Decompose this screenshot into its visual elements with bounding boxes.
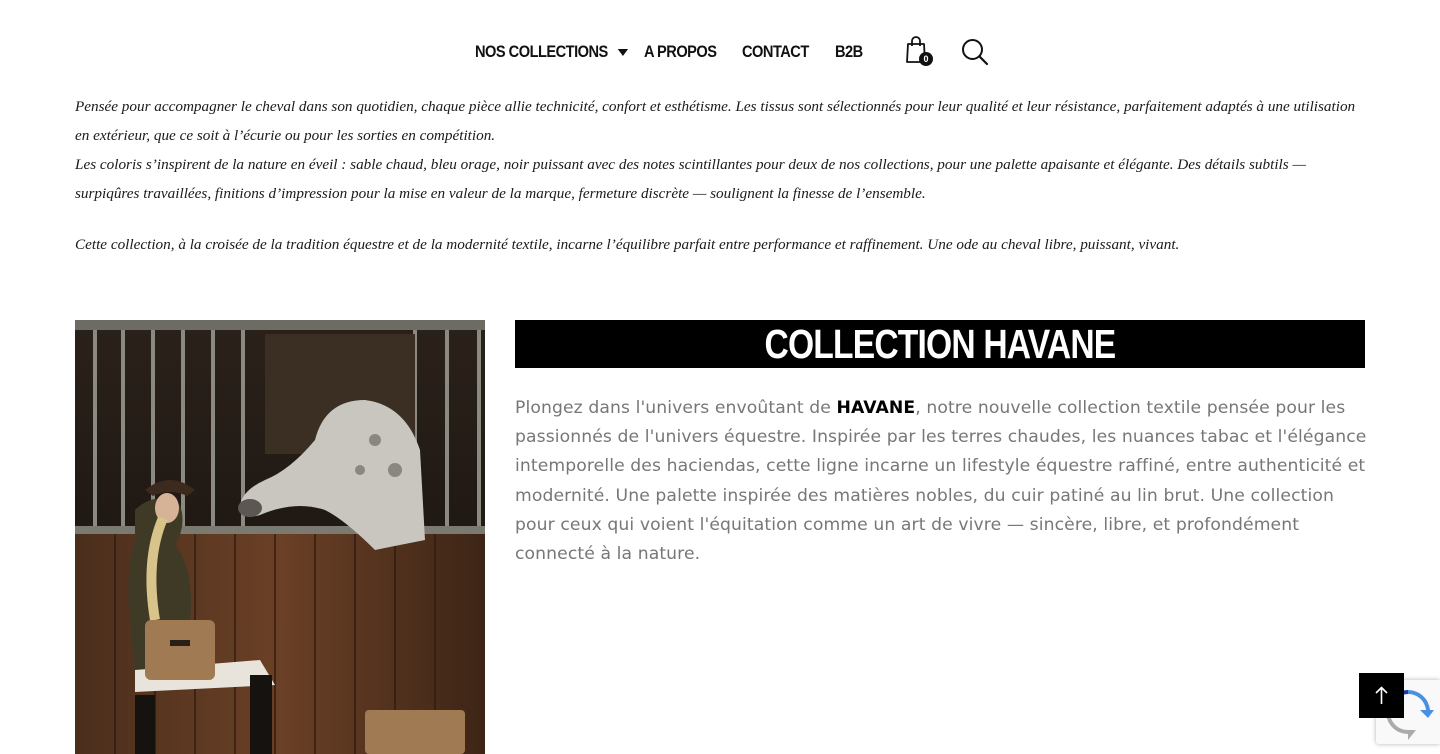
brand-name: HAVANE (836, 398, 916, 418)
intro-paragraph: Les coloris s’inspirent de la nature en … (75, 156, 1306, 202)
collection-title-text: COLLECTION HAVANE (764, 321, 1117, 367)
search-icon (962, 39, 989, 66)
collection-title: COLLECTION HAVANE (515, 320, 1365, 368)
back-to-top-button[interactable] (1359, 673, 1404, 718)
cart-button[interactable]: 0 (905, 36, 933, 66)
nav-item-label: B2B (835, 42, 863, 61)
collection-photo (75, 320, 485, 754)
description-text: Plongez dans l'univers envoûtant de (515, 398, 837, 418)
site-header: NOS COLLECTIONS A PROPOS CONTACT B2B 0 (0, 0, 1440, 99)
rider-horse-stable-image (75, 320, 485, 754)
chevron-down-icon (618, 48, 629, 56)
intro-paragraph: Cette collection, à la croisée de la tra… (75, 236, 1180, 253)
nav-item-label: CONTACT (742, 42, 809, 61)
nav-item-label: A PROPOS (644, 42, 717, 61)
collection-description: Plongez dans l'univers envoûtant de HAVA… (515, 394, 1367, 569)
nav-item-collections[interactable]: NOS COLLECTIONS (475, 42, 629, 62)
arrow-up-icon (1375, 686, 1388, 704)
search-button[interactable] (961, 38, 989, 66)
nav-item-about[interactable]: A PROPOS (644, 42, 717, 62)
description-text: , notre nouvelle collection textile pens… (515, 398, 1367, 565)
cart-count-badge: 0 (919, 52, 933, 66)
nav-item-contact[interactable]: CONTACT (742, 42, 809, 62)
nav-item-b2b[interactable]: B2B (835, 42, 863, 62)
intro-paragraph: Pensée pour accompagner le cheval dans s… (75, 98, 1356, 144)
nav-item-label: NOS COLLECTIONS (475, 42, 608, 61)
collection-intro: Pensée pour accompagner le cheval dans s… (75, 92, 1365, 259)
